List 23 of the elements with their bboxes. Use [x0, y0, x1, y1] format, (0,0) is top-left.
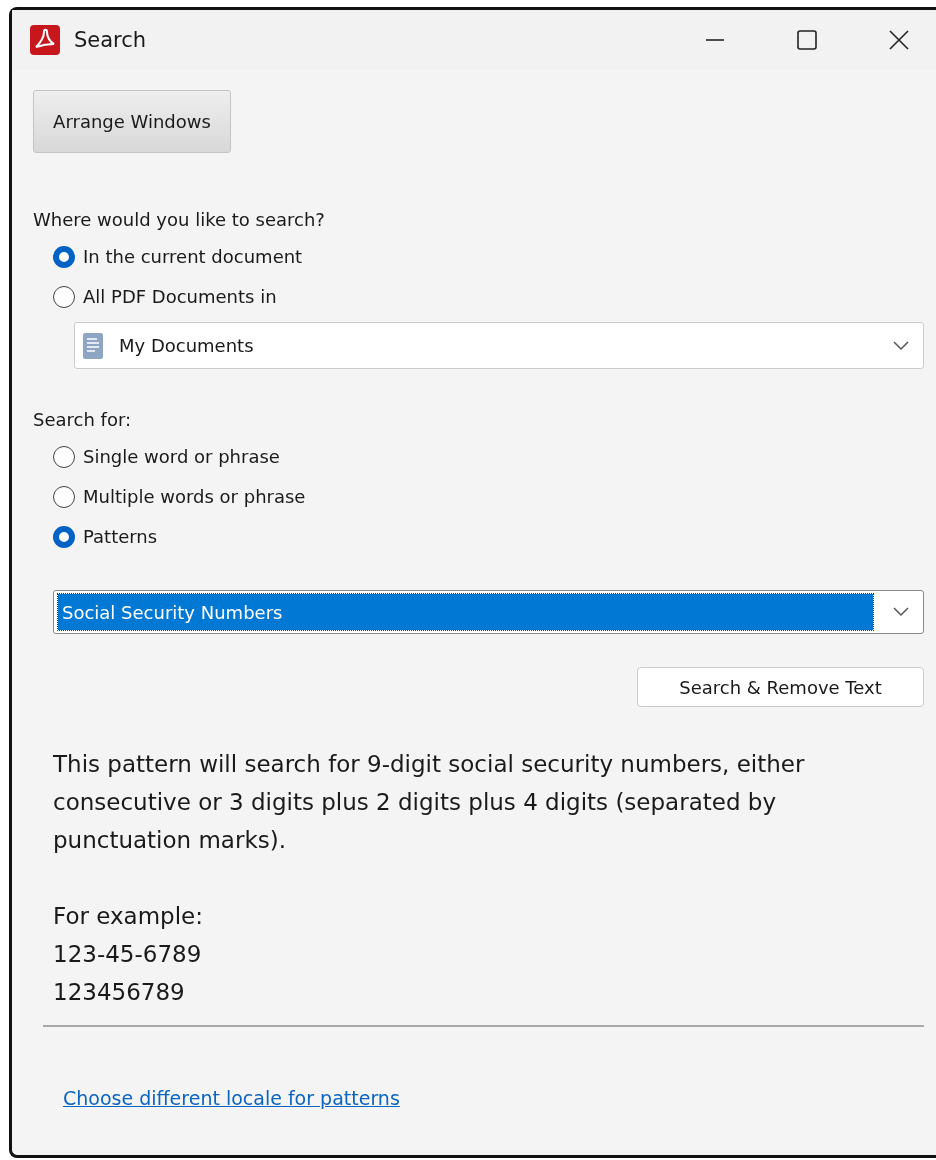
window-title: Search [74, 28, 147, 52]
arrange-windows-button[interactable]: Arrange Windows [33, 90, 231, 153]
app-logo-icon [30, 25, 60, 55]
document-icon [83, 332, 103, 359]
radio-option[interactable]: All PDF Documents in [53, 283, 924, 310]
locale-link[interactable]: Choose different locale for patterns [63, 1087, 400, 1109]
maximize-icon[interactable] [796, 29, 818, 51]
example-number: 123456789 [53, 978, 186, 1007]
radio-option[interactable]: In the current document [53, 243, 924, 270]
section-label: Search for: [33, 409, 133, 430]
chevron-down-icon [893, 607, 909, 617]
chevron-down-icon [893, 340, 909, 351]
pattern-description: This pattern will search for 9-digit social security numbers, either consecutive or 3 digits plus 2 digits plus 4 digits (separated by punctuation marks). [53, 750, 806, 855]
radio-option[interactable]: Single word or phrase [53, 443, 924, 470]
section-label: Where would you like to search? [33, 209, 326, 230]
example-label: For example: [53, 902, 204, 931]
radio-option[interactable]: Multiple words or phrase [53, 483, 924, 510]
radio-option[interactable]: Patterns [53, 523, 924, 550]
folder-dropdown[interactable]: My Documents [74, 322, 924, 369]
search-remove-button[interactable]: Search & Remove Text [637, 667, 924, 707]
pattern-dropdown[interactable]: Social Security Numbers [53, 590, 924, 634]
close-icon[interactable] [888, 29, 910, 51]
example-number: 123-45-6789 [53, 940, 203, 969]
